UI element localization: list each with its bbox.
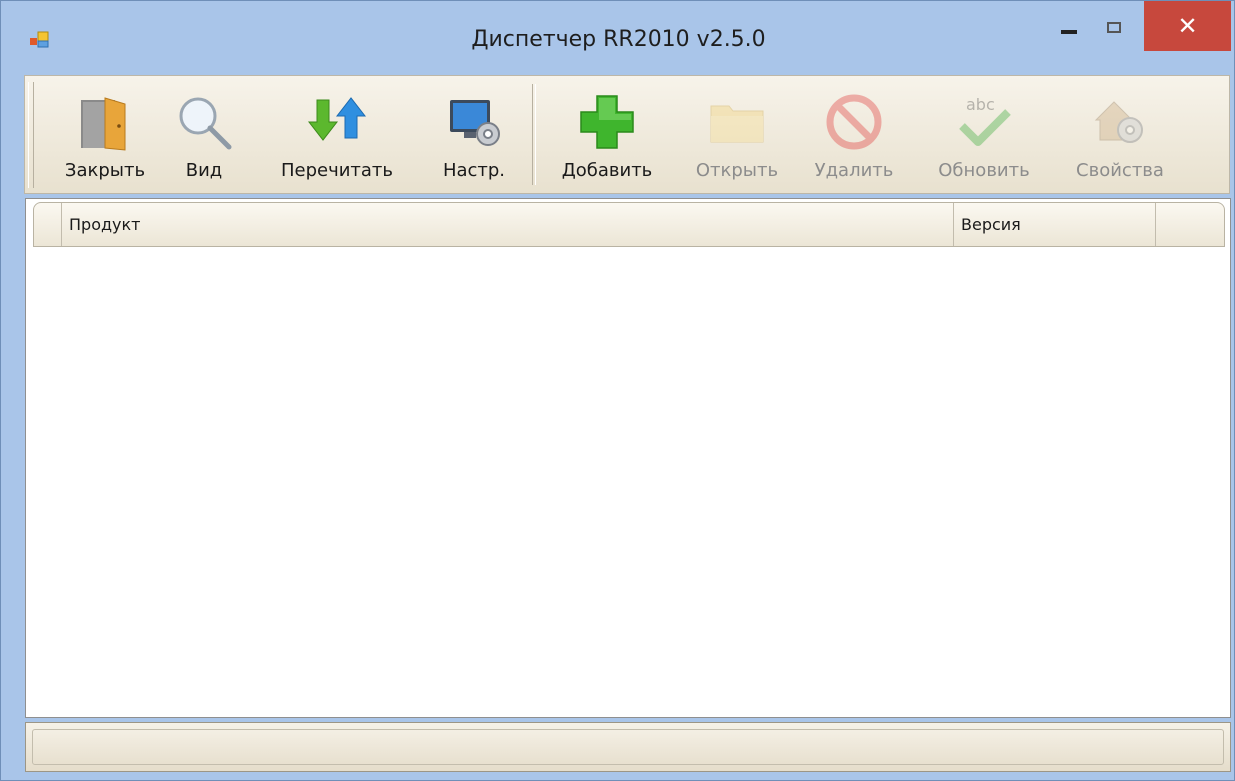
monitor-gear-icon xyxy=(450,100,500,146)
column-version-label: Версия xyxy=(961,215,1021,234)
column-header-select[interactable] xyxy=(34,203,62,246)
door-icon xyxy=(81,97,126,151)
status-panel xyxy=(32,729,1224,765)
reload-label: Перечитать xyxy=(280,160,394,181)
folder-icon xyxy=(710,105,764,143)
minimize-button[interactable] xyxy=(1047,1,1091,51)
open-button[interactable]: Открыть xyxy=(681,76,793,193)
close-label: Закрыть xyxy=(64,160,146,181)
add-button[interactable]: Добавить xyxy=(543,76,671,193)
minimize-icon xyxy=(1061,30,1077,34)
refresh-arrows-icon xyxy=(307,97,367,141)
svg-text:abc: abc xyxy=(966,95,995,114)
no-entry-icon xyxy=(826,94,882,150)
view-label: Вид xyxy=(185,160,223,181)
house-gear-icon xyxy=(1094,101,1143,143)
delete-button[interactable]: Удалить xyxy=(803,76,905,193)
delete-label: Удалить xyxy=(814,160,894,181)
toolbar-grip[interactable] xyxy=(28,82,34,188)
abc-check-icon: abc xyxy=(959,95,1011,146)
toolbar: Закрыть Вид Перечитать Настр. Добавить О… xyxy=(24,75,1230,194)
reload-button[interactable]: Перечитать xyxy=(261,76,413,193)
app-window: Диспетчер RR2010 v2.5.0 ✕ Закрыть Вид Пе… xyxy=(0,0,1235,781)
view-button[interactable]: Вид xyxy=(169,76,239,193)
close-icon: ✕ xyxy=(1177,12,1198,40)
settings-button[interactable]: Настр. xyxy=(429,76,519,193)
column-header-extra[interactable] xyxy=(1156,203,1224,246)
open-label: Открыть xyxy=(695,160,779,181)
maximize-icon xyxy=(1107,22,1121,33)
column-product-label: Продукт xyxy=(69,215,141,234)
update-button[interactable]: abc Обновить xyxy=(921,76,1047,193)
close-button[interactable]: Закрыть xyxy=(49,76,161,193)
add-label: Добавить xyxy=(561,160,653,181)
close-window-button[interactable]: ✕ xyxy=(1144,1,1231,51)
column-header-product[interactable]: Продукт xyxy=(62,203,954,246)
title-bar[interactable]: Диспетчер RR2010 v2.5.0 ✕ xyxy=(1,1,1235,73)
column-header-version[interactable]: Версия xyxy=(954,203,1156,246)
magnifier-icon xyxy=(179,97,232,150)
toolbar-separator xyxy=(532,84,536,185)
status-bar xyxy=(25,722,1231,772)
products-list[interactable]: Продукт Версия xyxy=(25,198,1231,718)
list-header: Продукт Версия xyxy=(33,202,1225,247)
properties-label: Свойства xyxy=(1076,160,1164,181)
maximize-button[interactable] xyxy=(1091,1,1137,51)
properties-button[interactable]: Свойства xyxy=(1059,76,1181,193)
settings-label: Настр. xyxy=(442,160,506,181)
update-label: Обновить xyxy=(938,160,1030,181)
green-plus-icon xyxy=(580,95,634,149)
